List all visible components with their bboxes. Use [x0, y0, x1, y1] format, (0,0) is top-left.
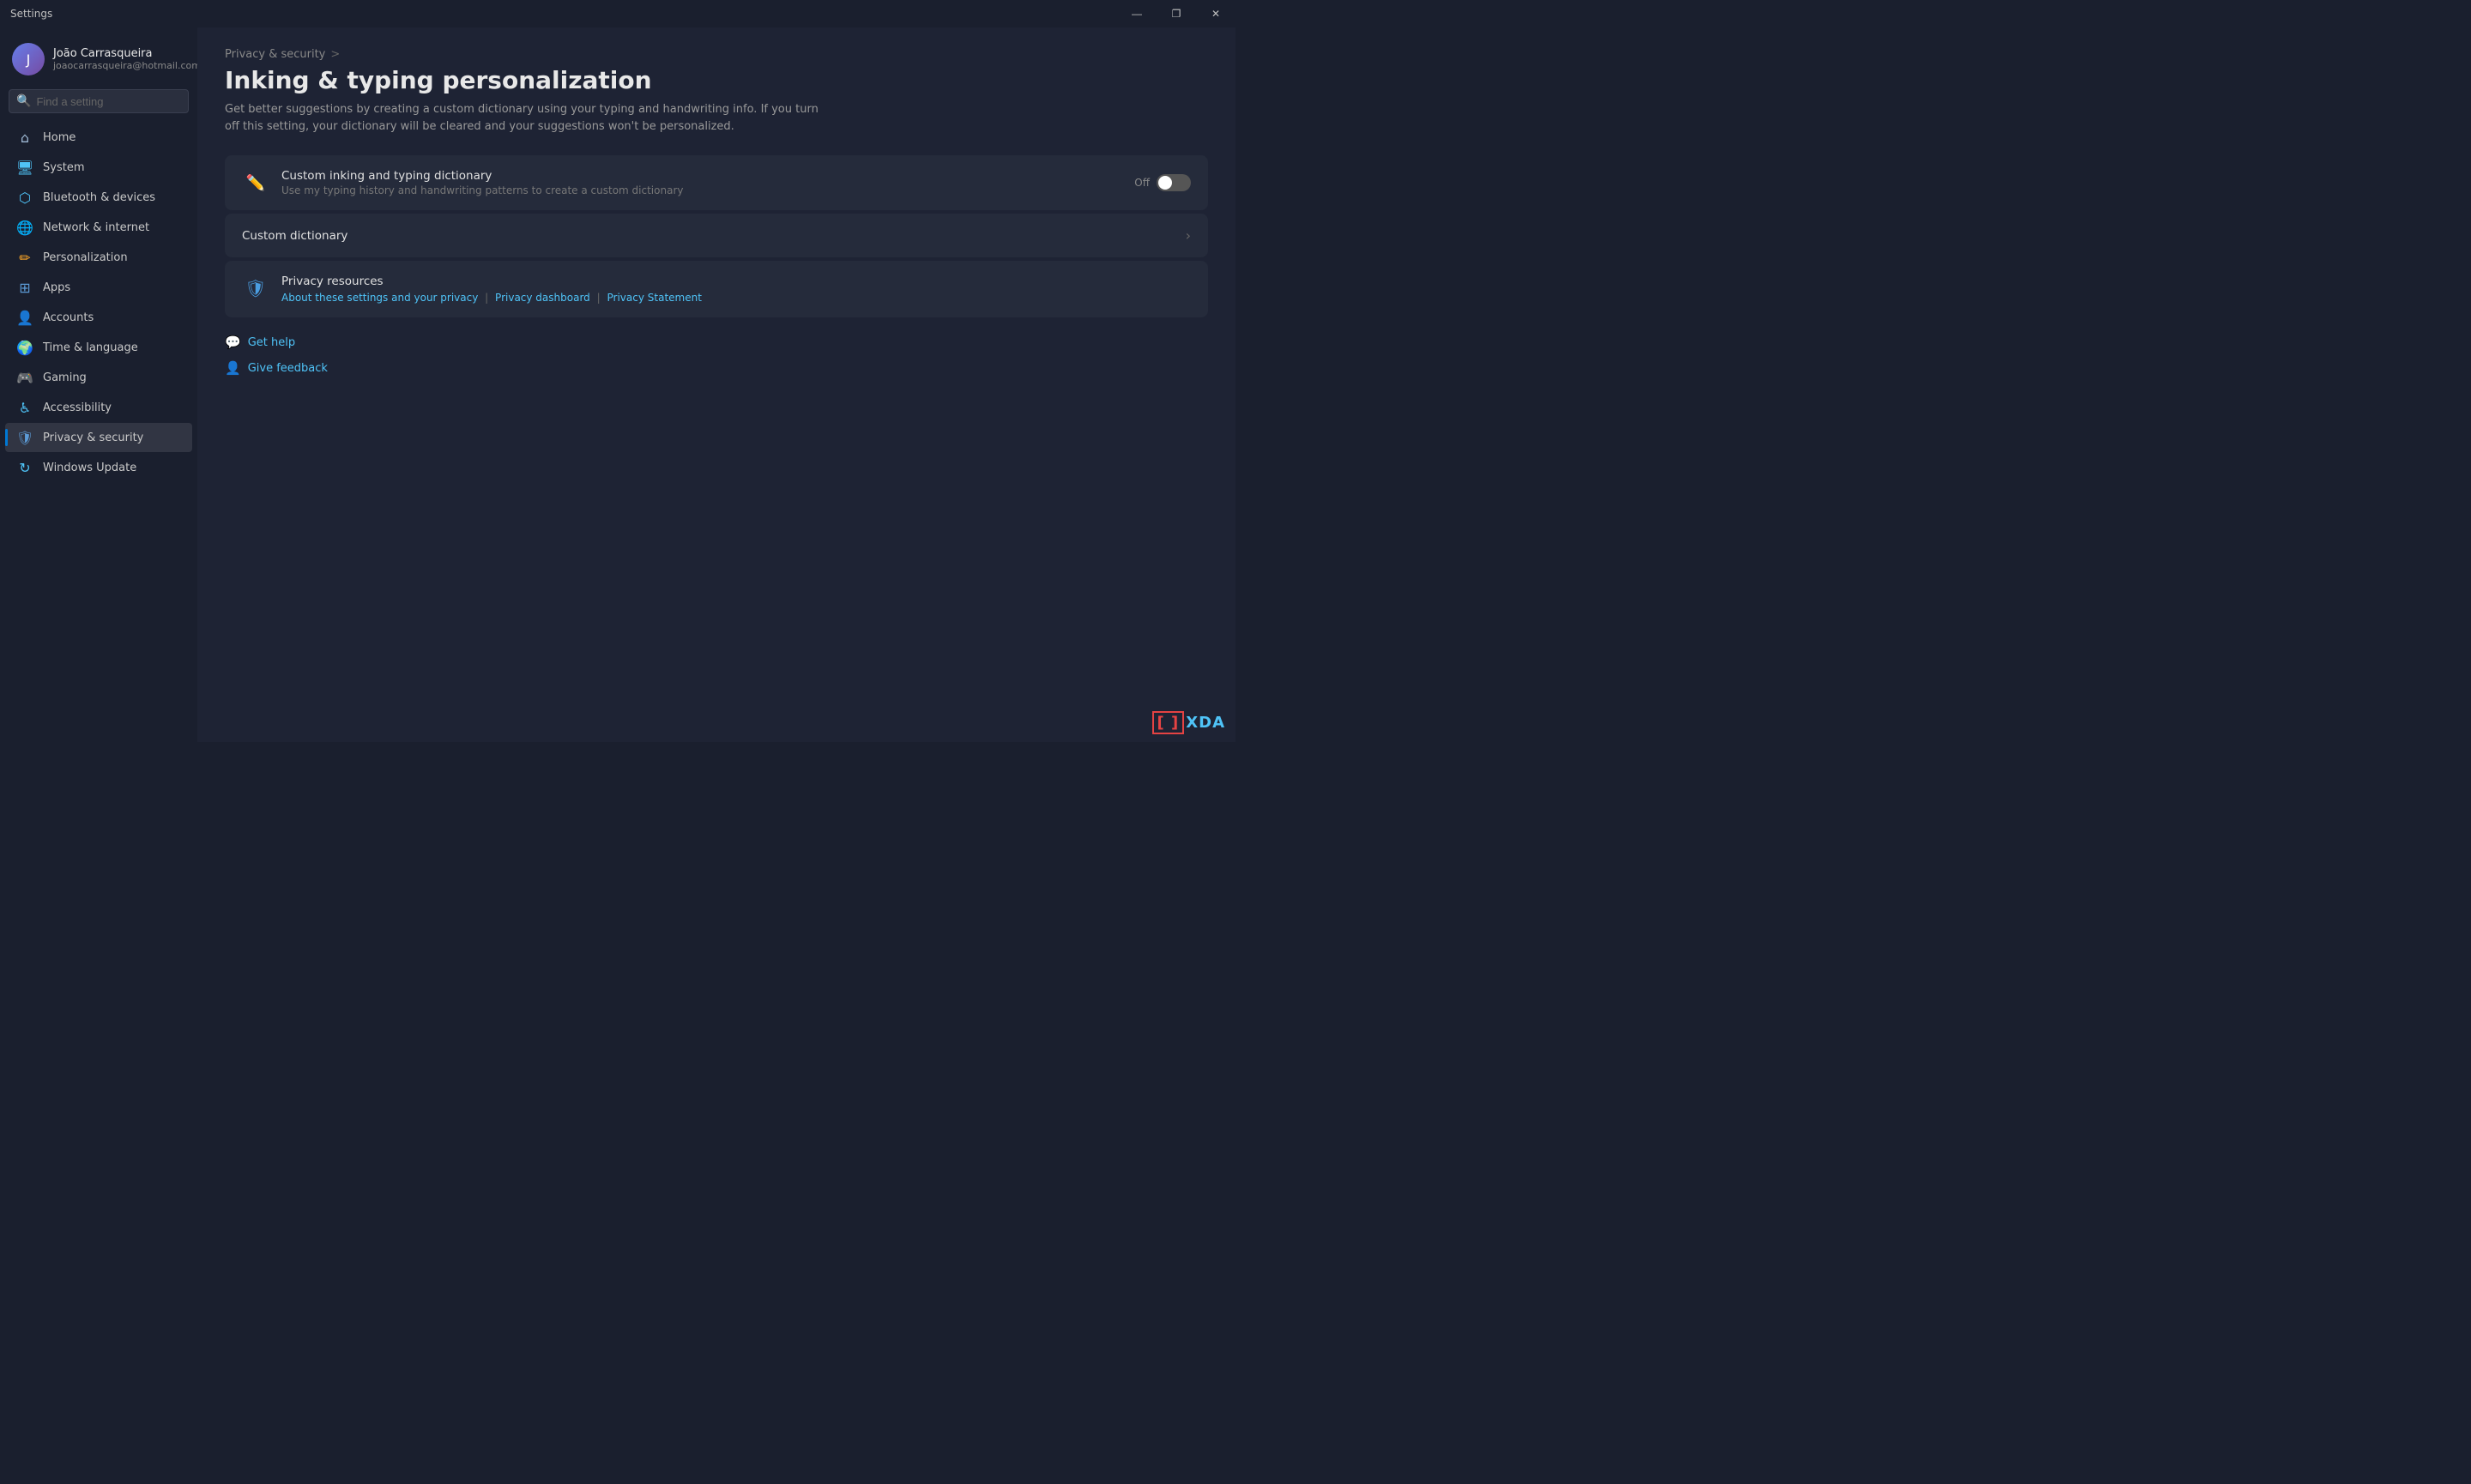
privacy-links: About these settings and your privacy | …	[281, 292, 1191, 304]
search-box[interactable]: 🔍	[9, 89, 189, 113]
give-feedback-text[interactable]: Give feedback	[248, 362, 328, 375]
custom-inking-name: Custom inking and typing dictionary	[281, 169, 1122, 183]
chevron-right-icon: ›	[1186, 227, 1191, 244]
privacy-shield-icon: 🛡	[242, 274, 269, 302]
about-settings-link[interactable]: About these settings and your privacy	[281, 292, 478, 304]
give-feedback-item[interactable]: 👤 Give feedback	[225, 357, 1208, 379]
network-icon: 🌐	[17, 220, 33, 235]
sidebar-item-system[interactable]: 🖥 System	[5, 153, 192, 182]
main-content: Privacy & security > Inking & typing per…	[197, 27, 1236, 742]
sidebar-item-privacy[interactable]: 🛡 Privacy & security	[5, 423, 192, 452]
sidebar-label-system: System	[43, 161, 84, 174]
search-icon: 🔍	[16, 94, 31, 108]
apps-icon: ⊞	[17, 280, 33, 295]
windows_update-icon: ↻	[17, 460, 33, 475]
privacy-resources-title: Privacy resources	[281, 274, 1191, 288]
get-help-icon: 💬	[225, 335, 241, 350]
avatar: J	[12, 43, 45, 75]
privacy-sep-1: |	[485, 292, 488, 304]
search-input[interactable]	[36, 95, 181, 108]
sidebar-item-windows_update[interactable]: ↻ Windows Update	[5, 453, 192, 482]
dict-control: ›	[1186, 227, 1191, 244]
privacy-dashboard-link[interactable]: Privacy dashboard	[495, 292, 590, 304]
privacy-statement-link[interactable]: Privacy Statement	[607, 292, 702, 304]
toggle-label: Off	[1134, 177, 1150, 189]
user-section[interactable]: J João Carrasqueira joaocarrasqueira@hot…	[0, 34, 197, 89]
sidebar-label-gaming: Gaming	[43, 371, 87, 384]
sidebar: J João Carrasqueira joaocarrasqueira@hot…	[0, 27, 197, 742]
close-button[interactable]: ✕	[1196, 0, 1236, 27]
privacy-icon: 🛡	[17, 430, 33, 445]
sidebar-label-accounts: Accounts	[43, 311, 94, 324]
page-desc: Get better suggestions by creating a cus…	[225, 101, 825, 135]
give-feedback-icon: 👤	[225, 360, 241, 376]
xda-watermark: [ ]XDA	[1152, 714, 1225, 732]
titlebar-controls: — ❐ ✕	[1117, 0, 1236, 27]
sidebar-item-apps[interactable]: ⊞ Apps	[5, 273, 192, 302]
home-icon: ⌂	[17, 130, 33, 145]
get-help-text[interactable]: Get help	[248, 336, 295, 349]
sidebar-label-apps: Apps	[43, 281, 70, 294]
sidebar-label-privacy: Privacy & security	[43, 431, 143, 444]
setting-control: Off	[1134, 174, 1191, 191]
titlebar: Settings — ❐ ✕	[0, 0, 1236, 27]
sidebar-item-network[interactable]: 🌐 Network & internet	[5, 213, 192, 242]
get-help-item[interactable]: 💬 Get help	[225, 331, 1208, 353]
nav-items: ⌂ Home 🖥 System ⬡ Bluetooth & devices 🌐 Network…	[0, 122, 197, 735]
accounts-icon: 👤	[17, 310, 33, 325]
page-title: Inking & typing personalization	[225, 66, 1208, 94]
sidebar-label-windows_update: Windows Update	[43, 461, 136, 474]
sidebar-label-time: Time & language	[43, 341, 138, 354]
help-section: 💬 Get help 👤 Give feedback	[225, 331, 1208, 379]
breadcrumb-parent[interactable]: Privacy & security	[225, 48, 325, 61]
sidebar-item-gaming[interactable]: 🎮 Gaming	[5, 363, 192, 392]
gaming-icon: 🎮	[17, 370, 33, 385]
user-email: joaocarrasqueira@hotmail.com	[53, 60, 201, 71]
custom-dict-name: Custom dictionary	[242, 229, 1174, 243]
sidebar-item-time[interactable]: 🌍 Time & language	[5, 333, 192, 362]
user-name: João Carrasqueira	[53, 47, 201, 60]
time-icon: 🌍	[17, 340, 33, 355]
custom-dict-text: Custom dictionary	[242, 229, 1174, 243]
sidebar-label-bluetooth: Bluetooth & devices	[43, 191, 155, 204]
sidebar-label-personalization: Personalization	[43, 251, 128, 264]
titlebar-title: Settings	[10, 8, 52, 20]
privacy-resources-card: 🛡 Privacy resources About these settings…	[225, 261, 1208, 317]
custom-dictionary-row[interactable]: Custom dictionary ›	[225, 214, 1208, 257]
accessibility-icon: ♿	[17, 400, 33, 415]
personalization-icon: ✏	[17, 250, 33, 265]
sidebar-item-bluetooth[interactable]: ⬡ Bluetooth & devices	[5, 183, 192, 212]
privacy-sep-2: |	[597, 292, 601, 304]
app-container: J João Carrasqueira joaocarrasqueira@hot…	[0, 27, 1236, 742]
sidebar-item-accounts[interactable]: 👤 Accounts	[5, 303, 192, 332]
inking-toggle[interactable]	[1157, 174, 1191, 191]
custom-inking-desc: Use my typing history and handwriting pa…	[281, 184, 1122, 196]
custom-dictionary-card: Custom dictionary ›	[225, 214, 1208, 257]
breadcrumb: Privacy & security >	[225, 48, 1208, 61]
custom-inking-row[interactable]: ✏️ Custom inking and typing dictionary U…	[225, 155, 1208, 210]
restore-button[interactable]: ❐	[1157, 0, 1196, 27]
sidebar-item-home[interactable]: ⌂ Home	[5, 123, 192, 152]
sidebar-label-home: Home	[43, 131, 76, 144]
inking-icon: ✏️	[242, 169, 269, 196]
breadcrumb-sep: >	[330, 48, 340, 61]
privacy-content: Privacy resources About these settings a…	[281, 274, 1191, 304]
setting-text: Custom inking and typing dictionary Use …	[281, 169, 1122, 196]
sidebar-item-personalization[interactable]: ✏ Personalization	[5, 243, 192, 272]
bluetooth-icon: ⬡	[17, 190, 33, 205]
sidebar-label-network: Network & internet	[43, 221, 149, 234]
system-icon: 🖥	[17, 160, 33, 175]
custom-inking-card: ✏️ Custom inking and typing dictionary U…	[225, 155, 1208, 210]
user-info: João Carrasqueira joaocarrasqueira@hotma…	[53, 47, 201, 71]
sidebar-item-accessibility[interactable]: ♿ Accessibility	[5, 393, 192, 422]
minimize-button[interactable]: —	[1117, 0, 1157, 27]
sidebar-label-accessibility: Accessibility	[43, 401, 112, 414]
